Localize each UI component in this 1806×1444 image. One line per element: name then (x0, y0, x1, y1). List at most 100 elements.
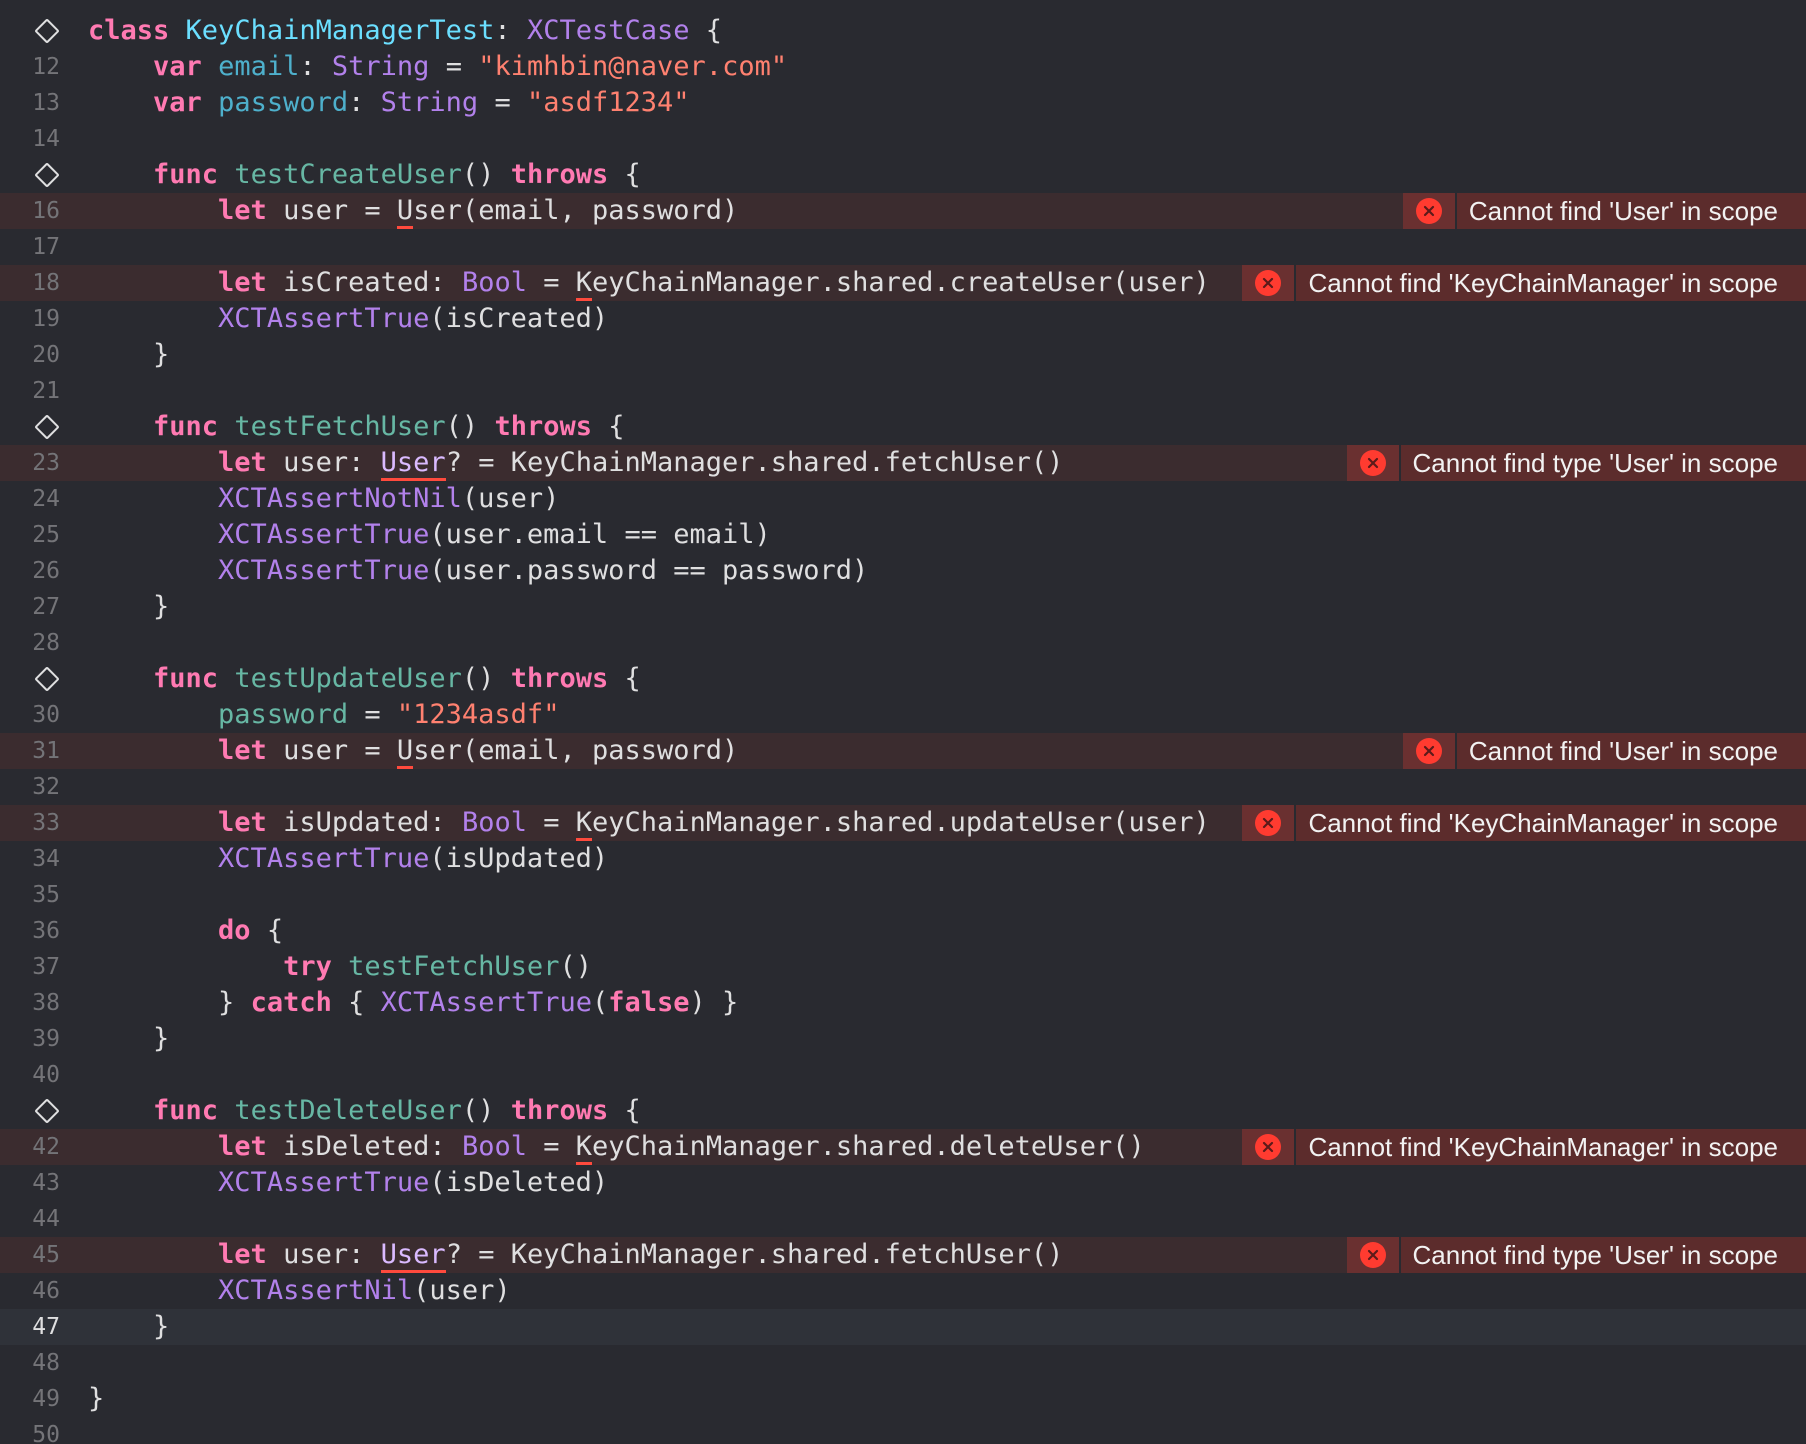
code-line[interactable]: 44 (0, 1201, 1806, 1237)
code-line-current[interactable]: 47 } (0, 1309, 1806, 1345)
code-line[interactable]: 14 (0, 121, 1806, 157)
code-text[interactable]: } (88, 1309, 169, 1345)
error-icon-box[interactable] (1242, 1129, 1297, 1165)
error-message: Cannot find 'KeyChainManager' in scope (1308, 807, 1778, 838)
code-line[interactable]: 20 } (0, 337, 1806, 373)
code-text[interactable]: let user: User? = KeyChainManager.shared… (88, 445, 1063, 481)
code-line[interactable]: 49 } (0, 1381, 1806, 1417)
code-text[interactable]: XCTAssertTrue(user.email == email) (88, 517, 771, 553)
code-text[interactable]: var email: String = "kimhbin@naver.com" (88, 49, 787, 85)
code-line[interactable]: 36 do { (0, 913, 1806, 949)
code-text[interactable]: do { (88, 913, 283, 949)
code-text[interactable]: XCTAssertTrue(isCreated) (88, 301, 608, 337)
code-line[interactable]: func testCreateUser() throws { (0, 157, 1806, 193)
code-line[interactable]: 34 XCTAssertTrue(isUpdated) (0, 841, 1806, 877)
code-line[interactable]: 30 password = "1234asdf" (0, 697, 1806, 733)
code-text[interactable]: } (88, 1381, 104, 1417)
code-text[interactable]: XCTAssertTrue(isDeleted) (88, 1165, 608, 1201)
error-icon-box[interactable] (1242, 265, 1297, 301)
line-number: 32 (32, 774, 60, 800)
code-line-error[interactable]: 42 let isDeleted: Bool = KeyChainManager… (0, 1129, 1806, 1165)
error-annotation[interactable]: Cannot find type 'User' in scope (1346, 1237, 1806, 1273)
code-line[interactable]: 12 var email: String = "kimhbin@naver.co… (0, 49, 1806, 85)
code-line[interactable]: 19 XCTAssertTrue(isCreated) (0, 301, 1806, 337)
line-number: 14 (32, 126, 60, 152)
code-text[interactable]: let user: User? = KeyChainManager.shared… (88, 1237, 1063, 1273)
error-annotation[interactable]: Cannot find 'KeyChainManager' in scope (1242, 1129, 1806, 1165)
code-line[interactable]: class KeyChainManagerTest: XCTestCase { (0, 13, 1806, 49)
code-line[interactable]: 40 (0, 1057, 1806, 1093)
code-line[interactable]: 21 (0, 373, 1806, 409)
test-diamond-icon[interactable] (34, 162, 60, 188)
code-line[interactable]: 13 var password: String = "asdf1234" (0, 85, 1806, 121)
code-text[interactable]: XCTAssertNil(user) (88, 1273, 511, 1309)
code-text[interactable]: XCTAssertTrue(user.password == password) (88, 553, 868, 589)
code-text[interactable]: } (88, 337, 169, 373)
code-text[interactable]: func testFetchUser() throws { (88, 409, 624, 445)
code-line[interactable]: func testDeleteUser() throws { (0, 1093, 1806, 1129)
code-editor[interactable]: 10 class KeyChainManagerTest: XCTestCase… (0, 0, 1806, 1444)
code-text[interactable]: let isUpdated: Bool = KeyChainManager.sh… (88, 805, 1210, 841)
line-number: 36 (32, 918, 60, 944)
code-line[interactable]: 46 XCTAssertNil(user) (0, 1273, 1806, 1309)
code-line-error[interactable]: 31 let user = User(email, password) Cann… (0, 733, 1806, 769)
code-line-error[interactable]: 33 let isUpdated: Bool = KeyChainManager… (0, 805, 1806, 841)
code-line-error[interactable]: 45 let user: User? = KeyChainManager.sha… (0, 1237, 1806, 1273)
test-diamond-icon[interactable] (34, 1098, 60, 1124)
error-icon-box[interactable] (1346, 445, 1401, 481)
code-line[interactable]: 37 try testFetchUser() (0, 949, 1806, 985)
code-text[interactable]: class KeyChainManagerTest: XCTestCase { (88, 13, 722, 49)
code-line[interactable]: 32 (0, 769, 1806, 805)
line-number: 16 (32, 198, 60, 224)
code-line[interactable]: 35 (0, 877, 1806, 913)
error-annotation[interactable]: Cannot find 'KeyChainManager' in scope (1242, 805, 1806, 841)
code-line[interactable]: 26 XCTAssertTrue(user.password == passwo… (0, 553, 1806, 589)
code-text[interactable]: let isDeleted: Bool = KeyChainManager.sh… (88, 1129, 1145, 1165)
error-annotation[interactable]: Cannot find 'KeyChainManager' in scope (1242, 265, 1806, 301)
code-line[interactable]: 50 (0, 1417, 1806, 1444)
error-annotation[interactable]: Cannot find type 'User' in scope (1346, 445, 1806, 481)
code-line-error[interactable]: 18 let isCreated: Bool = KeyChainManager… (0, 265, 1806, 301)
code-text[interactable]: func testDeleteUser() throws { (88, 1093, 641, 1129)
error-icon-box[interactable] (1402, 733, 1457, 769)
code-line[interactable]: 24 XCTAssertNotNil(user) (0, 481, 1806, 517)
code-line[interactable]: 27 } (0, 589, 1806, 625)
error-icon-box[interactable] (1242, 805, 1297, 841)
code-text[interactable]: func testCreateUser() throws { (88, 157, 641, 193)
code-line[interactable]: 48 (0, 1345, 1806, 1381)
code-line[interactable]: func testUpdateUser() throws { (0, 661, 1806, 697)
code-text[interactable]: let user = User(email, password) (88, 733, 738, 769)
code-line-error[interactable]: 23 let user: User? = KeyChainManager.sha… (0, 445, 1806, 481)
code-text[interactable]: func testUpdateUser() throws { (88, 661, 641, 697)
line-number: 17 (32, 234, 60, 260)
code-line[interactable]: func testFetchUser() throws { (0, 409, 1806, 445)
code-text[interactable]: let isCreated: Bool = KeyChainManager.sh… (88, 265, 1210, 301)
code-text[interactable]: XCTAssertTrue(isUpdated) (88, 841, 608, 877)
code-line[interactable]: 10 (0, 0, 1806, 8)
error-annotation[interactable]: Cannot find 'User' in scope (1402, 733, 1806, 769)
error-annotation[interactable]: Cannot find 'User' in scope (1402, 193, 1806, 229)
code-text[interactable]: password = "1234asdf" (88, 697, 559, 733)
code-line[interactable]: 17 (0, 229, 1806, 265)
code-line[interactable]: 28 (0, 625, 1806, 661)
error-message: Cannot find 'KeyChainManager' in scope (1308, 1131, 1778, 1162)
line-number: 21 (32, 378, 60, 404)
code-line[interactable]: 25 XCTAssertTrue(user.email == email) (0, 517, 1806, 553)
error-icon-box[interactable] (1402, 193, 1457, 229)
test-diamond-icon[interactable] (34, 18, 60, 44)
error-icon-box[interactable] (1346, 1237, 1401, 1273)
line-number: 43 (32, 1170, 60, 1196)
code-text[interactable]: XCTAssertNotNil(user) (88, 481, 559, 517)
code-text[interactable]: } (88, 589, 169, 625)
code-text[interactable]: } (88, 1021, 169, 1057)
test-diamond-icon[interactable] (34, 666, 60, 692)
code-text[interactable]: } catch { XCTAssertTrue(false) } (88, 985, 738, 1021)
code-text[interactable]: let user = User(email, password) (88, 193, 738, 229)
code-line[interactable]: 43 XCTAssertTrue(isDeleted) (0, 1165, 1806, 1201)
code-line[interactable]: 38 } catch { XCTAssertTrue(false) } (0, 985, 1806, 1021)
code-text[interactable]: var password: String = "asdf1234" (88, 85, 690, 121)
code-line[interactable]: 39 } (0, 1021, 1806, 1057)
code-text[interactable]: try testFetchUser() (88, 949, 592, 985)
test-diamond-icon[interactable] (34, 414, 60, 440)
code-line-error[interactable]: 16 let user = User(email, password) Cann… (0, 193, 1806, 229)
